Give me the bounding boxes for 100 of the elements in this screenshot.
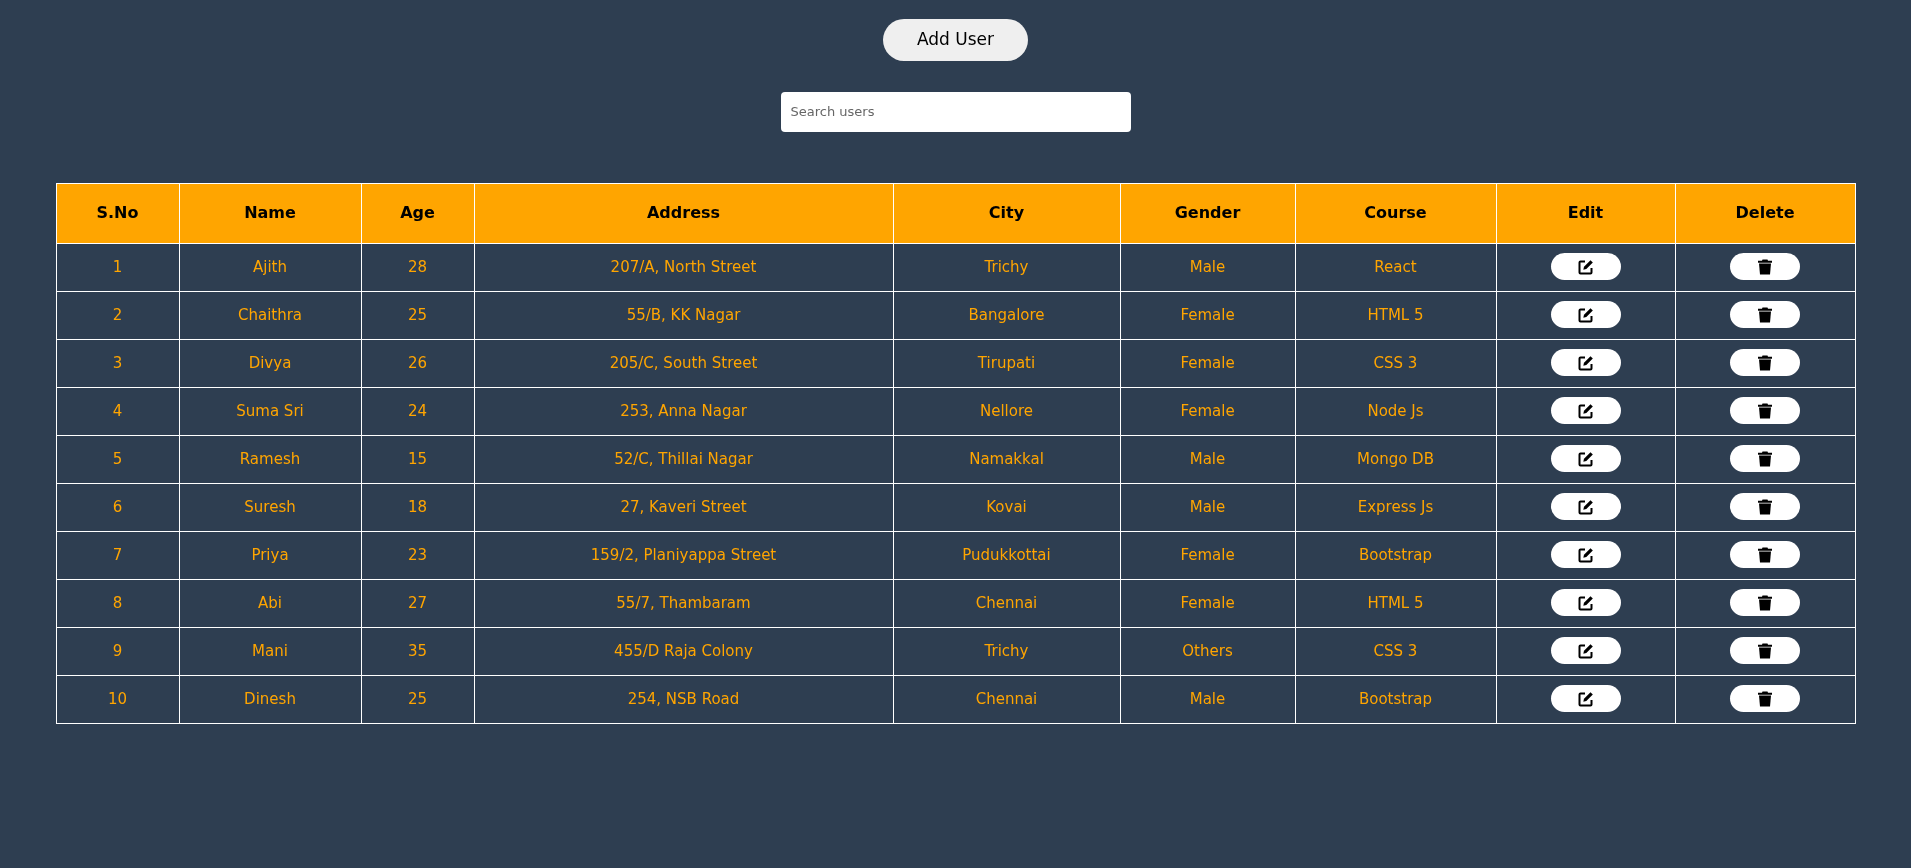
- table-cell: Kovai: [893, 483, 1120, 531]
- table-cell: 35: [361, 627, 474, 675]
- edit-button[interactable]: [1550, 685, 1621, 712]
- table-cell: 1: [56, 243, 179, 291]
- table-cell: 55/7, Thambaram: [474, 579, 893, 627]
- table-cell: Chaithra: [179, 291, 361, 339]
- table-cell: 4: [56, 387, 179, 435]
- edit-icon: [1577, 306, 1594, 323]
- edit-button[interactable]: [1550, 493, 1621, 520]
- table-cell: Tirupati: [893, 339, 1120, 387]
- table-cell: 159/2, Planiyappa Street: [474, 531, 893, 579]
- search-field[interactable]: Search users: [780, 91, 1131, 132]
- delete-button[interactable]: [1730, 253, 1800, 280]
- trash-icon: [1758, 354, 1772, 371]
- edit-icon: [1577, 354, 1594, 371]
- table-cell: 8: [56, 579, 179, 627]
- table-cell: Male: [1120, 243, 1295, 291]
- table-cell: Trichy: [893, 627, 1120, 675]
- edit-button[interactable]: [1550, 301, 1621, 328]
- edit-button[interactable]: [1550, 541, 1621, 568]
- table-cell: 55/B, KK Nagar: [474, 291, 893, 339]
- table-cell: 24: [361, 387, 474, 435]
- table-cell: React: [1295, 243, 1496, 291]
- delete-button[interactable]: [1730, 301, 1800, 328]
- delete-button[interactable]: [1730, 445, 1800, 472]
- table-cell: Ajith: [179, 243, 361, 291]
- edit-button[interactable]: [1550, 253, 1621, 280]
- table-cell: Mani: [179, 627, 361, 675]
- table-cell: Others: [1120, 627, 1295, 675]
- table-cell: Express Js: [1295, 483, 1496, 531]
- edit-icon: [1577, 642, 1594, 659]
- table-cell: Node Js: [1295, 387, 1496, 435]
- trash-icon: [1758, 450, 1772, 467]
- delete-button[interactable]: [1730, 637, 1800, 664]
- table-cell: 455/D Raja Colony: [474, 627, 893, 675]
- table-cell: Male: [1120, 675, 1295, 723]
- table-cell: Male: [1120, 483, 1295, 531]
- table-cell: 5: [56, 435, 179, 483]
- table-cell: Female: [1120, 291, 1295, 339]
- table-cell: Bootstrap: [1295, 675, 1496, 723]
- delete-button[interactable]: [1730, 397, 1800, 424]
- column-header: Delete: [1675, 183, 1855, 243]
- table-cell: Chennai: [893, 675, 1120, 723]
- edit-button[interactable]: [1550, 445, 1621, 472]
- table-cell: Suresh: [179, 483, 361, 531]
- column-header: Course: [1295, 183, 1496, 243]
- column-header: Age: [361, 183, 474, 243]
- trash-icon: [1758, 498, 1772, 515]
- delete-button[interactable]: [1730, 349, 1800, 376]
- table-cell: Male: [1120, 435, 1295, 483]
- table-cell: CSS 3: [1295, 339, 1496, 387]
- table-cell: Suma Sri: [179, 387, 361, 435]
- column-header: Edit: [1496, 183, 1675, 243]
- table-cell: Female: [1120, 531, 1295, 579]
- table-cell: Divya: [179, 339, 361, 387]
- table-cell: 2: [56, 291, 179, 339]
- trash-icon: [1758, 306, 1772, 323]
- column-header: Address: [474, 183, 893, 243]
- column-header: City: [893, 183, 1120, 243]
- table-cell: 3: [56, 339, 179, 387]
- table-cell: 205/C, South Street: [474, 339, 893, 387]
- table-cell: 23: [361, 531, 474, 579]
- table-cell: Chennai: [893, 579, 1120, 627]
- table-cell: 28: [361, 243, 474, 291]
- column-header: Gender: [1120, 183, 1295, 243]
- table-cell: Bootstrap: [1295, 531, 1496, 579]
- edit-button[interactable]: [1550, 589, 1621, 616]
- column-header: S.No: [56, 183, 179, 243]
- table-cell: Abi: [179, 579, 361, 627]
- table-cell: 207/A, North Street: [474, 243, 893, 291]
- table-cell: 26: [361, 339, 474, 387]
- edit-button[interactable]: [1550, 397, 1621, 424]
- table-cell: CSS 3: [1295, 627, 1496, 675]
- edit-button[interactable]: [1550, 349, 1621, 376]
- edit-icon: [1577, 258, 1594, 275]
- table-cell: 7: [56, 531, 179, 579]
- table-cell: Female: [1120, 339, 1295, 387]
- table-cell: Female: [1120, 579, 1295, 627]
- edit-button[interactable]: [1550, 637, 1621, 664]
- table-cell: Namakkal: [893, 435, 1120, 483]
- delete-button[interactable]: [1730, 685, 1800, 712]
- table-cell: 10: [56, 675, 179, 723]
- edit-icon: [1577, 498, 1594, 515]
- table-cell: Ramesh: [179, 435, 361, 483]
- trash-icon: [1758, 594, 1772, 611]
- table-cell: Female: [1120, 387, 1295, 435]
- table-cell: 6: [56, 483, 179, 531]
- table-cell: HTML 5: [1295, 579, 1496, 627]
- edit-icon: [1577, 402, 1594, 419]
- table-cell: 18: [361, 483, 474, 531]
- edit-icon: [1577, 450, 1594, 467]
- add-user-button[interactable]: Add User: [882, 19, 1029, 61]
- table-cell: 27, Kaveri Street: [474, 483, 893, 531]
- delete-button[interactable]: [1730, 589, 1800, 616]
- delete-button[interactable]: [1730, 493, 1800, 520]
- delete-button[interactable]: [1730, 541, 1800, 568]
- table-cell: Nellore: [893, 387, 1120, 435]
- table-cell: Priya: [179, 531, 361, 579]
- table-cell: Bangalore: [893, 291, 1120, 339]
- table-cell: 9: [56, 627, 179, 675]
